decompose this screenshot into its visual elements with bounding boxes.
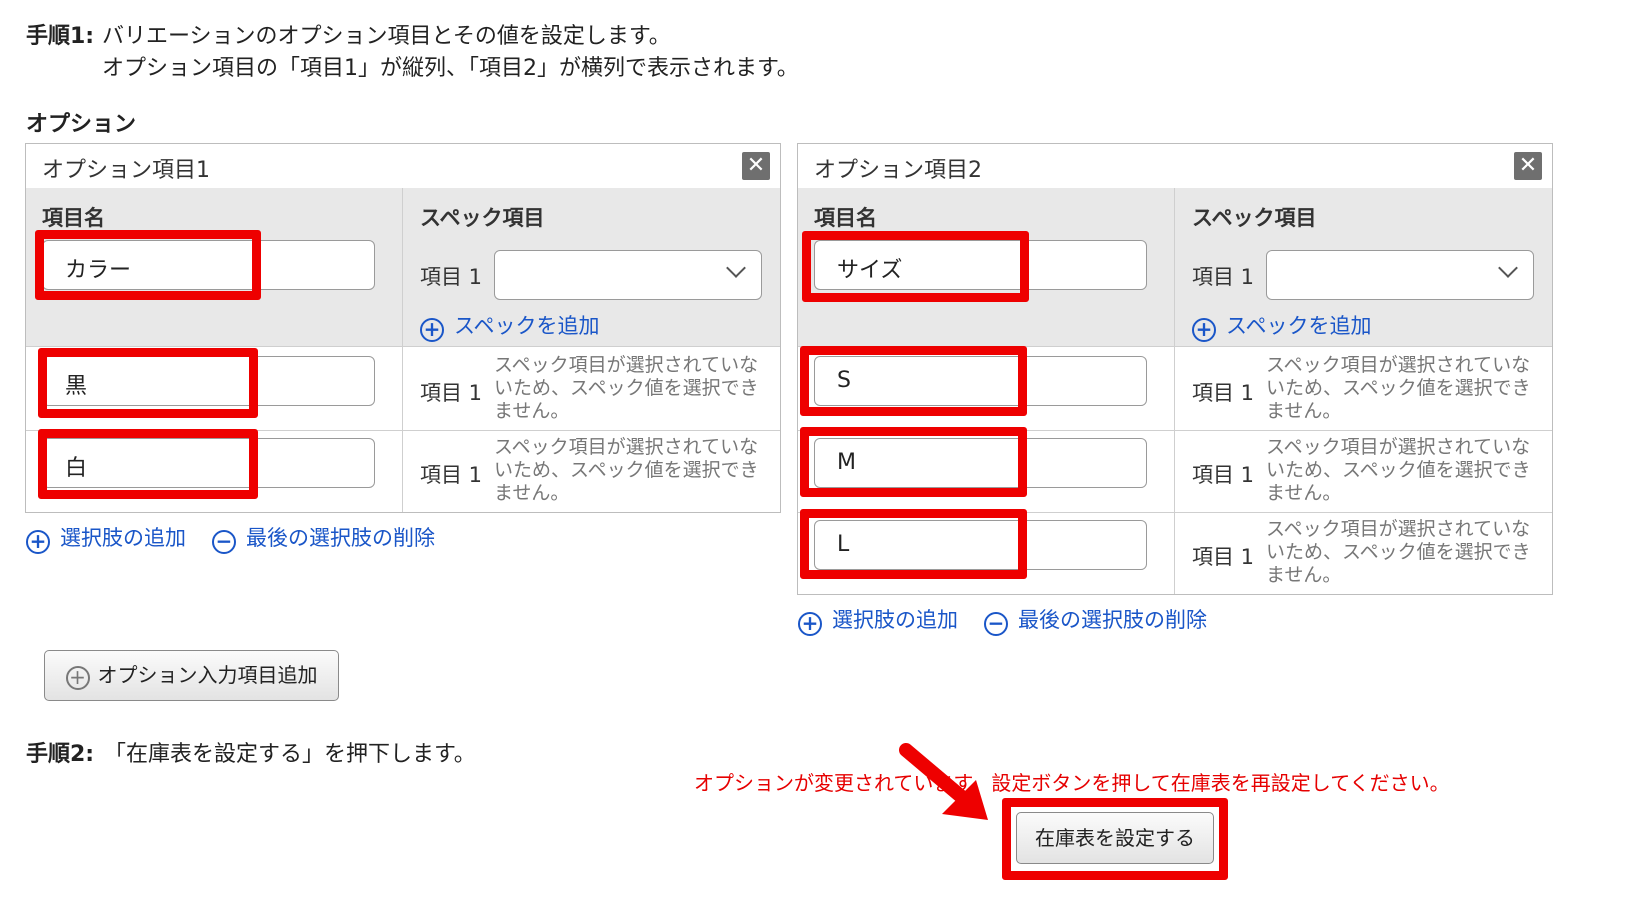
spec-note: スペック項目が選択されていないため、スペック値を選択できません。 — [494, 436, 759, 504]
set-inventory-button[interactable]: 在庫表を設定する — [1016, 812, 1214, 864]
remove-last-choice-link-1[interactable]: − 最後の選択肢の削除 — [212, 522, 435, 554]
choice-input-2[interactable]: 白 — [42, 438, 375, 488]
step2-text: 「在庫表を設定する」を押下します。 — [104, 742, 476, 767]
step1-line1: バリエーションのオプション項目とその値を設定します。 — [102, 24, 671, 49]
panel-title: オプション項目1 — [42, 158, 210, 183]
row-spec-label: 項目 1 — [1192, 381, 1255, 405]
minus-circle-icon: − — [984, 612, 1008, 636]
option-name-input[interactable]: サイズ — [814, 240, 1147, 290]
row-spec-label: 項目 1 — [1192, 463, 1255, 487]
step1-line2: オプション項目の「項目1」が縦列、「項目2」が横列で表示されます。 — [102, 56, 799, 81]
warning-message: オプションが変更されています。設定ボタンを押して在庫表を再設定してください。 — [694, 771, 1450, 795]
remove-last-choice-link-2[interactable]: − 最後の選択肢の削除 — [984, 604, 1207, 636]
choice-input-1[interactable]: S — [814, 356, 1147, 406]
arrow-icon — [899, 743, 988, 820]
add-choice-link-2[interactable]: + 選択肢の追加 — [798, 604, 958, 636]
choice-input-3[interactable]: L — [814, 520, 1147, 570]
panel-header: オプション項目2 ✕ — [798, 144, 1552, 189]
choice-input-2[interactable]: M — [814, 438, 1147, 488]
spec-label: 項目 1 — [420, 265, 483, 289]
step1-label: 手順1: — [26, 24, 95, 49]
add-choice-link-1[interactable]: + 選択肢の追加 — [26, 522, 186, 554]
option-panel-1: オプション項目1 ✕ 項目名 スペック項目 カラー 項目 1 + スペックを追加 … — [25, 143, 781, 513]
step2-label: 手順2: — [26, 742, 95, 767]
close-icon[interactable]: ✕ — [1514, 152, 1542, 180]
panel-header: オプション項目1 ✕ — [26, 144, 780, 189]
chevron-down-icon — [726, 258, 746, 278]
option-name-input[interactable]: カラー — [42, 240, 375, 290]
add-option-input-button[interactable]: + オプション入力項目追加 — [44, 650, 339, 701]
spec-label: 項目 1 — [1192, 265, 1255, 289]
options-heading: オプション — [26, 112, 137, 137]
spec-note: スペック項目が選択されていないため、スペック値を選択できません。 — [1266, 518, 1531, 586]
spec-select[interactable] — [494, 250, 762, 300]
choice-input-1[interactable]: 黒 — [42, 356, 375, 406]
row-spec-label: 項目 1 — [420, 463, 483, 487]
spec-select[interactable] — [1266, 250, 1534, 300]
column-name-header: 項目名 — [42, 206, 105, 230]
panel-title: オプション項目2 — [814, 158, 982, 183]
plus-circle-icon: + — [65, 666, 90, 690]
add-spec-link[interactable]: + スペックを追加 — [420, 310, 600, 342]
spec-note: スペック項目が選択されていないため、スペック値を選択できません。 — [1266, 436, 1531, 504]
row-spec-label: 項目 1 — [1192, 545, 1255, 569]
spec-note: スペック項目が選択されていないため、スペック値を選択できません。 — [494, 354, 759, 422]
close-icon[interactable]: ✕ — [742, 152, 770, 180]
column-spec-header: スペック項目 — [420, 206, 545, 230]
plus-circle-icon: + — [26, 530, 50, 554]
spec-note: スペック項目が選択されていないため、スペック値を選択できません。 — [1266, 354, 1531, 422]
option-panel-2: オプション項目2 ✕ 項目名 スペック項目 サイズ 項目 1 + スペックを追加 … — [797, 143, 1553, 595]
plus-circle-icon: + — [1192, 318, 1216, 342]
column-name-header: 項目名 — [814, 206, 877, 230]
chevron-down-icon — [1498, 258, 1518, 278]
add-spec-link[interactable]: + スペックを追加 — [1192, 310, 1372, 342]
row-spec-label: 項目 1 — [420, 381, 483, 405]
minus-circle-icon: − — [212, 530, 236, 554]
plus-circle-icon: + — [798, 612, 822, 636]
column-spec-header: スペック項目 — [1192, 206, 1317, 230]
plus-circle-icon: + — [420, 318, 444, 342]
